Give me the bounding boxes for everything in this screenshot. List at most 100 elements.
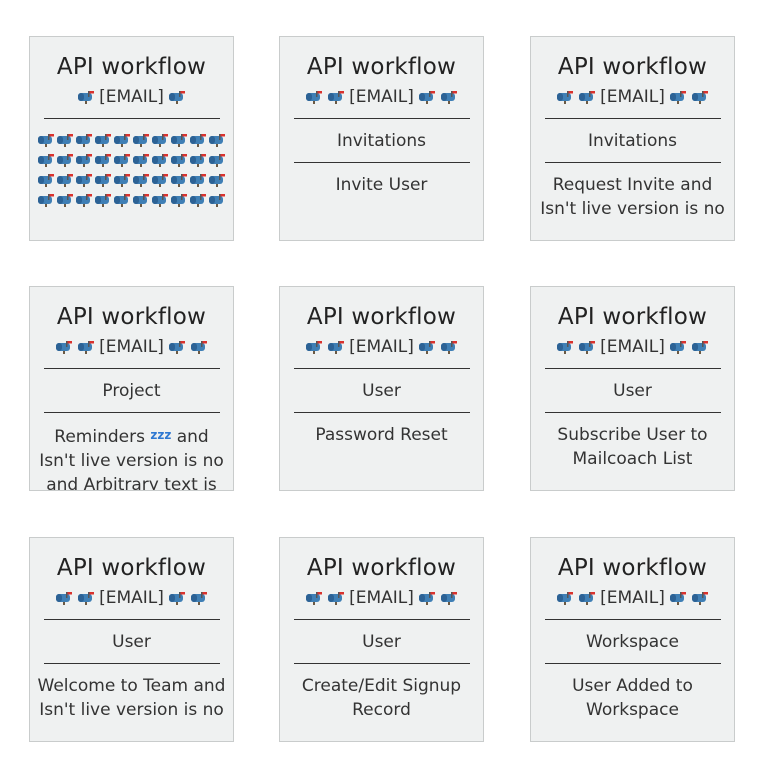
category-label: User [613, 381, 652, 401]
workflow-card-3[interactable]: API workflow [EMAIL] Invitations Request… [530, 36, 735, 241]
mailbox-icon [94, 173, 112, 187]
mailbox-icon [418, 90, 436, 104]
mailbox-icon [113, 173, 131, 187]
email-text: [EMAIL] [99, 87, 164, 107]
card-title: API workflow [56, 54, 207, 80]
mailbox-icon [327, 90, 345, 104]
workflow-name: Welcome to Team and Isn't live version i… [37, 676, 226, 720]
mailbox-icon [305, 90, 323, 104]
workflow-card-5[interactable]: API workflow [EMAIL] User Password Reset [279, 286, 484, 491]
category-label: Project [102, 381, 161, 401]
divider [43, 368, 220, 369]
email-line: [EMAIL] [280, 335, 483, 359]
email-text: [EMAIL] [600, 87, 665, 107]
workflow-card-1[interactable]: API workflow [EMAIL] [29, 36, 234, 241]
mailbox-icon [208, 133, 226, 147]
mailbox-icon [189, 193, 207, 207]
mailbox-icon [75, 133, 93, 147]
mailbox-icon [113, 193, 131, 207]
mailbox-icon [56, 193, 74, 207]
workflow-name: Password Reset [315, 425, 448, 445]
mailbox-icon [168, 591, 186, 605]
mailbox-icon [151, 133, 169, 147]
card-title: API workflow [557, 304, 708, 330]
card-title: API workflow [306, 555, 457, 581]
mailbox-icon [77, 90, 95, 104]
mailbox-icon [556, 591, 574, 605]
divider [293, 118, 470, 119]
email-line: [EMAIL] [30, 85, 233, 109]
email-line: [EMAIL] [531, 586, 734, 610]
category-label: User [362, 632, 401, 652]
workflow-card-9[interactable]: API workflow [EMAIL] Workspace User Adde… [530, 537, 735, 742]
email-text: [EMAIL] [600, 588, 665, 608]
mailbox-icon [305, 591, 323, 605]
mailbox-icon [56, 133, 74, 147]
workflow-card-6[interactable]: API workflow [EMAIL] User Subscribe User… [530, 286, 735, 491]
mailbox-icon [418, 340, 436, 354]
card-title: API workflow [56, 304, 207, 330]
divider [43, 619, 220, 620]
workflow-card-4[interactable]: API workflow [EMAIL] Project Reminders z… [29, 286, 234, 491]
mailbox-icon [37, 153, 55, 167]
mailbox-icon [440, 591, 458, 605]
mailbox-icon [94, 193, 112, 207]
mailbox-icon [208, 193, 226, 207]
mailbox-icon [132, 193, 150, 207]
email-line: [EMAIL] [531, 85, 734, 109]
workflow-card-8[interactable]: API workflow [EMAIL] User Create/Edit Si… [279, 537, 484, 742]
card-title: API workflow [306, 304, 457, 330]
mailbox-icon [132, 133, 150, 147]
mailbox-icon [669, 591, 687, 605]
mailbox-icon [113, 153, 131, 167]
mailbox-icon [691, 591, 709, 605]
mailbox-icon [151, 193, 169, 207]
mailbox-icon [56, 153, 74, 167]
mailbox-icon [669, 340, 687, 354]
mailbox-icon [168, 90, 186, 104]
mailbox-icon [190, 591, 208, 605]
mailbox-icon [189, 133, 207, 147]
mailbox-icon [327, 591, 345, 605]
mailbox-icon [132, 173, 150, 187]
divider [544, 619, 721, 620]
category-label: User [362, 381, 401, 401]
divider [43, 412, 220, 413]
mailbox-icon [170, 133, 188, 147]
mailbox-icon [168, 340, 186, 354]
card-title: API workflow [306, 54, 457, 80]
category-label: Workspace [586, 632, 679, 652]
mailbox-icon [327, 340, 345, 354]
mailbox-icon [418, 591, 436, 605]
card-title: API workflow [56, 555, 207, 581]
mailbox-icon [189, 153, 207, 167]
mailbox-icon [151, 173, 169, 187]
mailbox-icon [691, 90, 709, 104]
email-line: [EMAIL] [30, 335, 233, 359]
email-text: [EMAIL] [349, 588, 414, 608]
mailbox-icon [170, 153, 188, 167]
workflow-name: Request Invite and Isn't live version is… [540, 175, 725, 219]
divider [293, 663, 470, 664]
mailbox-icon [170, 173, 188, 187]
mailbox-icon [669, 90, 687, 104]
mailbox-icon [77, 591, 95, 605]
mailbox-icon [170, 193, 188, 207]
mailbox-icon [75, 173, 93, 187]
email-text: [EMAIL] [600, 337, 665, 357]
email-line: [EMAIL] [280, 85, 483, 109]
mailbox-icon [37, 193, 55, 207]
mailbox-icon [151, 153, 169, 167]
workflow-card-7[interactable]: API workflow [EMAIL] User Welcome to Tea… [29, 537, 234, 742]
mailbox-icon [94, 133, 112, 147]
divider [293, 412, 470, 413]
workflow-card-2[interactable]: API workflow [EMAIL] Invitations Invite … [279, 36, 484, 241]
divider [544, 368, 721, 369]
card-title: API workflow [557, 555, 708, 581]
workflow-name: Invite User [335, 175, 428, 195]
mailbox-icon [132, 153, 150, 167]
workflow-name: User Added to Workspace [572, 676, 693, 720]
mailbox-icon [75, 193, 93, 207]
mailbox-icon [208, 173, 226, 187]
divider [544, 118, 721, 119]
